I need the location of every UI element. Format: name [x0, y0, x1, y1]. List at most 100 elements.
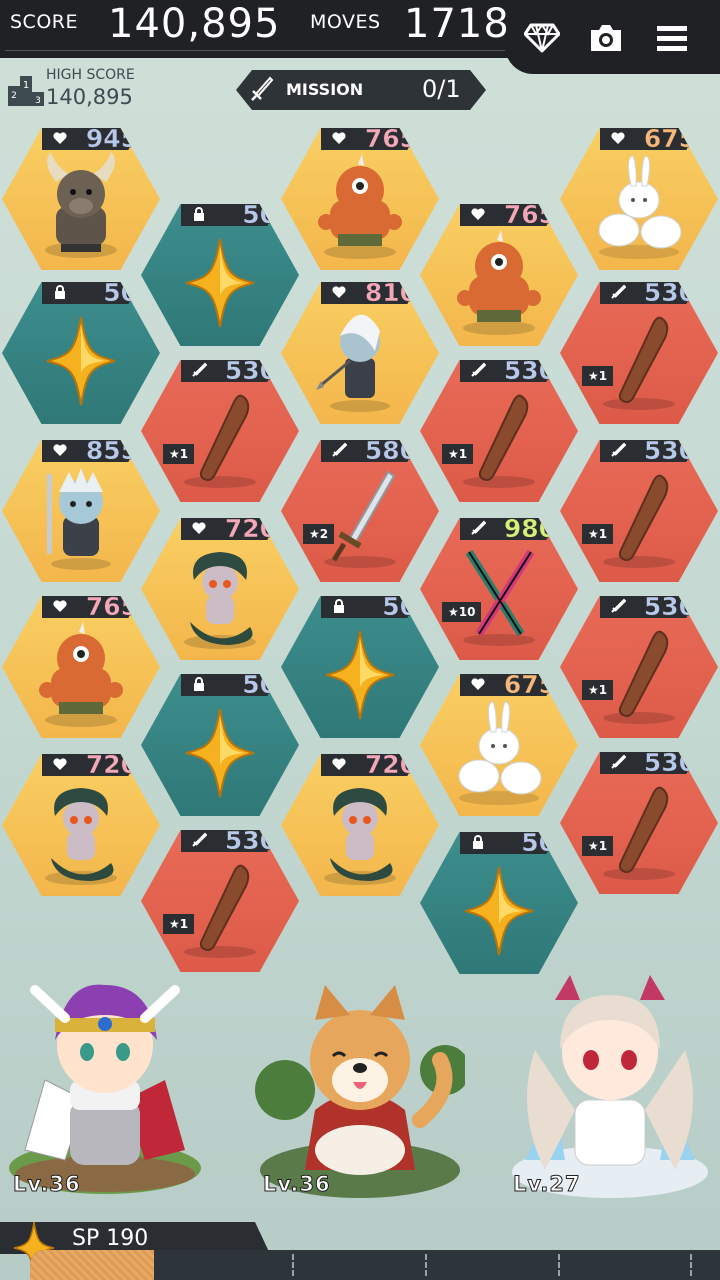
weapon-tile-club[interactable]: 530 ★1 [141, 360, 299, 502]
monster-tile-elf[interactable]: 810 [281, 282, 439, 424]
attack-icon [610, 442, 627, 458]
tile-value: 720 [224, 514, 278, 543]
monster-tile-medusa[interactable]: 720 [141, 518, 299, 660]
podium-icon: 12 3 [8, 68, 44, 106]
star-tile[interactable]: 50 [141, 674, 299, 816]
tile-value: 980 [503, 514, 557, 543]
tile-value: 530 [643, 278, 697, 307]
mission-progress: 0/1 [422, 75, 461, 103]
menu-icon[interactable] [652, 18, 692, 58]
weapon-tile-club[interactable]: 530 ★1 [141, 830, 299, 972]
attack-icon [331, 442, 348, 458]
weapon-tile-club[interactable]: 530 ★1 [420, 360, 578, 502]
rabbits-art [589, 152, 689, 262]
rarity-badge: ★10 [442, 602, 482, 622]
lock-icon [331, 598, 347, 614]
sword-art [310, 464, 410, 574]
star-icon [449, 856, 549, 966]
rarity-badge: ★1 [163, 444, 195, 464]
monster-tile-undead-warrior[interactable]: 855 [2, 440, 160, 582]
heart-icon [470, 676, 486, 692]
hero-level: Lv.36 [13, 1172, 81, 1197]
monster-tile-cyclops[interactable]: 765 [2, 596, 160, 738]
monster-tile-medusa[interactable]: 720 [2, 754, 160, 896]
attack-icon [610, 598, 627, 614]
cyclops-art [31, 620, 131, 730]
club-art [449, 384, 549, 494]
hero-winged-warrior[interactable]: Lv.36 [5, 960, 205, 1210]
score-label: SCORE [10, 11, 78, 33]
weapon-tile-club[interactable]: 530 ★1 [560, 440, 718, 582]
monster-tile-cyclops[interactable]: 765 [281, 128, 439, 270]
tile-value: 50 [242, 670, 277, 699]
medusa-art [310, 778, 410, 888]
attack-icon [470, 520, 487, 536]
diamond-icon[interactable] [522, 18, 562, 58]
tile-value: 720 [85, 750, 139, 779]
tile-value: 530 [643, 748, 697, 777]
club-art [170, 384, 270, 494]
tile-value: 50 [521, 828, 556, 857]
star-tile[interactable]: 50 [141, 204, 299, 346]
sword-icon [251, 76, 274, 101]
rabbits-art [449, 698, 549, 808]
rarity-badge: ★1 [442, 444, 474, 464]
sp-gauge [30, 1250, 720, 1280]
lock-icon [52, 284, 68, 300]
monster-tile-rabbits[interactable]: 675 [560, 128, 718, 270]
monster-tile-minotaur[interactable]: 945 [2, 128, 160, 270]
tile-value: 810 [364, 278, 418, 307]
club-art [589, 620, 689, 730]
star-icon [170, 698, 270, 808]
undead-warrior-art [31, 464, 131, 574]
lock-icon [470, 834, 486, 850]
weapon-tile-club[interactable]: 530 ★1 [560, 752, 718, 894]
gauge-tick [690, 1254, 692, 1276]
hero-level: Lv.27 [513, 1172, 581, 1197]
heart-icon [331, 284, 347, 300]
camera-icon[interactable] [586, 18, 626, 58]
twin-swords-art [449, 542, 549, 652]
hero-shiba-dog[interactable]: Lv.36 [255, 960, 470, 1210]
elf-art [310, 306, 410, 416]
rarity-badge: ★2 [303, 524, 335, 544]
tile-value: 765 [364, 124, 418, 153]
high-score-label: HIGH SCORE [46, 67, 135, 83]
tile-value: 945 [85, 124, 139, 153]
moves-label: MOVES [310, 11, 381, 33]
lock-icon [191, 676, 207, 692]
weapon-tile-sword[interactable]: 580 ★2 [281, 440, 439, 582]
attack-icon [610, 754, 627, 770]
attack-icon [191, 832, 208, 848]
tile-value: 675 [643, 124, 697, 153]
cyclops-art [310, 152, 410, 262]
hero-level: Lv.36 [263, 1172, 331, 1197]
attack-icon [191, 362, 208, 378]
weapon-tile-club[interactable]: 530 ★1 [560, 596, 718, 738]
mission-banner[interactable]: MISSION 0/1 [236, 70, 486, 110]
sp-bar: SP 190 [0, 1221, 720, 1280]
hero-twin-tail-girl[interactable]: Lv.27 [505, 960, 708, 1210]
monster-tile-cyclops[interactable]: 765 [420, 204, 578, 346]
score-value: 140,895 [108, 1, 281, 47]
rarity-badge: ★1 [163, 914, 195, 934]
star-tile[interactable]: 50 [420, 832, 578, 974]
tile-value: 530 [643, 592, 697, 621]
monster-tile-medusa[interactable]: 720 [281, 754, 439, 896]
star-tile[interactable]: 50 [281, 596, 439, 738]
monster-tile-rabbits[interactable]: 675 [420, 674, 578, 816]
tile-value: 855 [85, 436, 139, 465]
weapon-tile-twin-swords[interactable]: 980 ★10 [420, 518, 578, 660]
tile-value: 580 [364, 436, 418, 465]
medusa-art [170, 542, 270, 652]
tile-value: 50 [103, 278, 138, 307]
club-art [589, 306, 689, 416]
tile-value: 530 [224, 826, 278, 855]
cyclops-art [449, 228, 549, 338]
attack-icon [610, 284, 627, 300]
header-divider [5, 50, 505, 51]
weapon-tile-club[interactable]: 530 ★1 [560, 282, 718, 424]
mission-label: MISSION [286, 80, 364, 99]
star-tile[interactable]: 50 [2, 282, 160, 424]
heart-icon [52, 130, 68, 146]
